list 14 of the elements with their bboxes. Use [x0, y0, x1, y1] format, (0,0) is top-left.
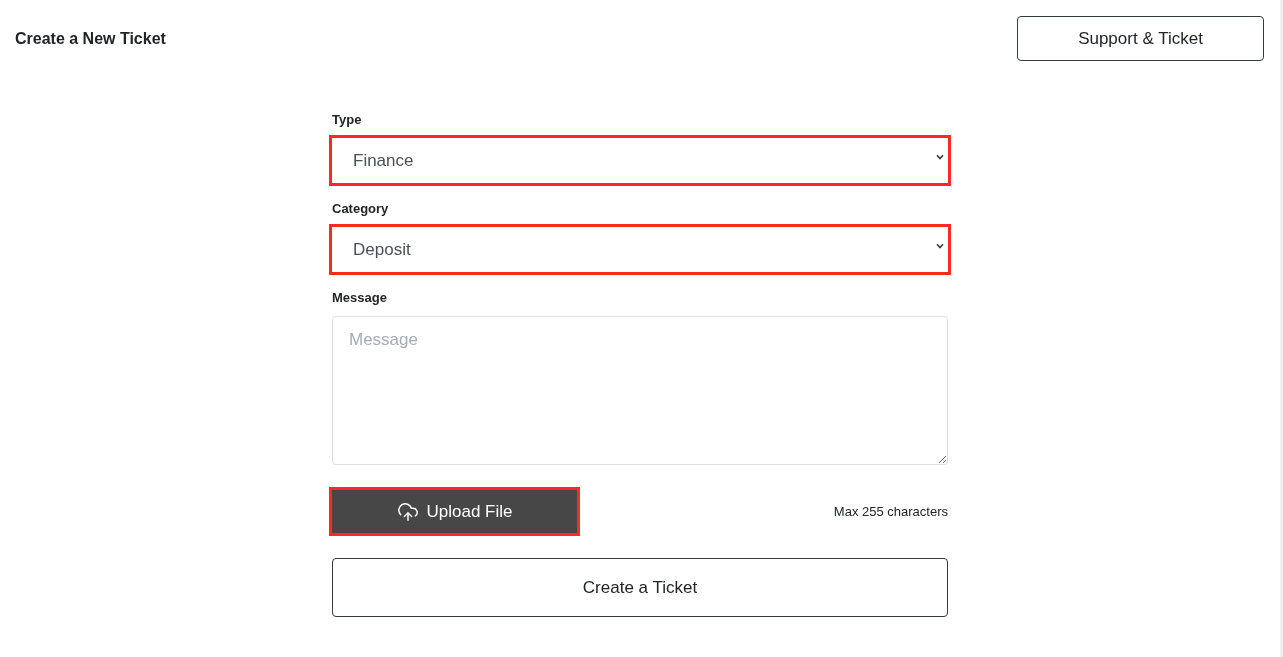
field-label: Message: [332, 289, 388, 306]
upload-file-button[interactable]: Upload File: [329, 487, 580, 536]
character-limit-text: Max 255 characters: [833, 502, 948, 521]
support-ticket-button[interactable]: Support & Ticket: [1017, 16, 1264, 61]
message-textarea[interactable]: Message: [332, 316, 948, 465]
create-ticket-button[interactable]: Create a Ticket: [332, 558, 948, 617]
cloud-upload-icon: [396, 500, 419, 523]
chevron-down-icon: [936, 154, 944, 160]
dropdown-select[interactable]: Finance: [329, 135, 951, 186]
page-title: Create a New Ticket: [15, 28, 166, 49]
chevron-down-icon: [936, 243, 944, 249]
dropdown-select[interactable]: Deposit: [329, 224, 951, 275]
field-label: Category: [332, 200, 390, 217]
field-label: Type: [332, 111, 363, 128]
